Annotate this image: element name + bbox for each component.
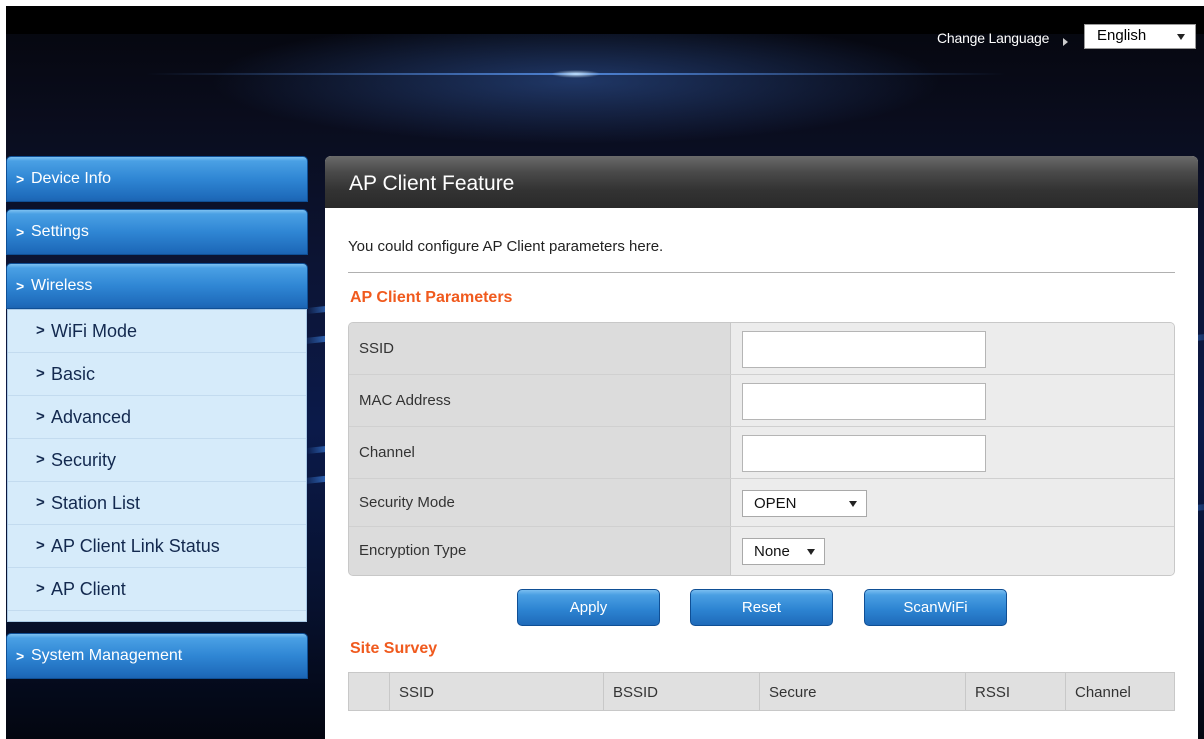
param-value-cell: None	[731, 527, 1174, 575]
submenu-item-label: AP Client Link Status	[51, 536, 220, 556]
sidebar-item-settings[interactable]: > Settings	[6, 209, 308, 255]
divider	[348, 272, 1175, 273]
encryption-type-value: None	[754, 543, 790, 560]
change-language-label: Change Language	[937, 30, 1050, 46]
submenu-item-ap-client-link-status[interactable]: > AP Client Link Status	[8, 525, 306, 568]
submenu-item-basic[interactable]: > Basic	[8, 353, 306, 396]
survey-col-secure: Secure	[760, 673, 966, 710]
submenu-item-station-list[interactable]: > Station List	[8, 482, 306, 525]
submenu-item-advanced[interactable]: > Advanced	[8, 396, 306, 439]
channel-label: Channel	[349, 427, 731, 478]
sidebar-item-device-info[interactable]: > Device Info	[6, 156, 308, 202]
param-row-mac: MAC Address	[349, 375, 1174, 427]
security-mode-select[interactable]: OPEN	[742, 490, 867, 517]
survey-col-channel: Channel	[1075, 684, 1131, 701]
param-value-cell	[731, 375, 1174, 426]
header-glow-dot	[551, 70, 601, 78]
param-value-cell	[731, 323, 1174, 374]
survey-col-bssid: BSSID	[604, 673, 760, 710]
main-panel: AP Client Feature You could configure AP…	[325, 156, 1198, 739]
encryption-type-label: Encryption Type	[349, 527, 731, 575]
survey-col-rssi: RSSI	[966, 673, 1066, 710]
param-row-ssid: SSID	[349, 323, 1174, 375]
chevron-right-icon: >	[36, 537, 45, 554]
param-value-cell	[731, 427, 1174, 478]
page-intro: You could configure AP Client parameters…	[348, 238, 664, 255]
submenu-item-label: Basic	[51, 364, 96, 384]
apply-button[interactable]: Apply	[517, 589, 660, 626]
param-row-security-mode: Security Mode OPEN	[349, 479, 1174, 527]
chevron-right-icon: >	[36, 365, 45, 382]
scan-wifi-button[interactable]: ScanWiFi	[864, 589, 1007, 626]
submenu-item-security[interactable]: > Security	[8, 439, 306, 482]
language-select-value: English	[1097, 27, 1147, 44]
params-table: SSID MAC Address Channel Security Mode O…	[348, 322, 1175, 576]
sidebar-item-wireless[interactable]: > Wireless	[6, 263, 308, 309]
submenu-item-label: Station List	[51, 493, 141, 513]
sidebar-item-label: Device Info	[31, 170, 112, 187]
params-section-title: AP Client Parameters	[350, 289, 513, 306]
wireless-submenu: > WiFi Mode > Basic > Advanced > Securit…	[7, 309, 307, 622]
channel-input[interactable]	[742, 435, 986, 472]
chevron-right-icon: >	[16, 648, 25, 664]
chevron-right-icon: >	[36, 451, 45, 468]
ssid-input[interactable]	[742, 331, 986, 368]
submenu-item-label: Security	[51, 450, 117, 470]
caret-down-icon	[807, 549, 815, 555]
caret-down-icon	[849, 501, 857, 507]
chevron-right-icon: >	[36, 494, 45, 511]
chevron-right-icon: >	[16, 224, 25, 240]
sidebar-item-system-management[interactable]: > System Management	[6, 633, 308, 679]
site-survey-table-header: SSID BSSID Secure RSSI Channel	[348, 672, 1175, 711]
encryption-type-select[interactable]: None	[742, 538, 825, 565]
submenu-item-ap-client[interactable]: > AP Client	[8, 568, 306, 611]
mac-address-label: MAC Address	[349, 375, 731, 426]
sidebar-item-label: Wireless	[31, 277, 93, 294]
param-row-encryption: Encryption Type None	[349, 527, 1174, 575]
chevron-right-icon: >	[36, 408, 45, 425]
security-mode-label: Security Mode	[349, 479, 731, 526]
language-select[interactable]: English	[1084, 24, 1196, 49]
site-survey-title: Site Survey	[350, 640, 438, 657]
survey-col-ssid: SSID	[390, 673, 604, 710]
submenu-item-label: WiFi Mode	[51, 321, 138, 341]
chevron-right-icon: >	[16, 278, 25, 294]
caret-down-icon	[1177, 34, 1185, 40]
survey-col-select	[349, 673, 390, 710]
submenu-item-label: AP Client	[51, 579, 126, 599]
triangle-right-icon	[1063, 38, 1068, 46]
reset-button[interactable]: Reset	[690, 589, 833, 626]
param-value-cell: OPEN	[731, 479, 1174, 526]
chevron-right-icon: >	[36, 580, 45, 597]
submenu-item-label: Advanced	[51, 407, 132, 427]
chevron-right-icon: >	[36, 322, 45, 339]
param-row-channel: Channel	[349, 427, 1174, 479]
sidebar-item-label: Settings	[31, 223, 89, 240]
chevron-right-icon: >	[16, 171, 25, 187]
mac-address-input[interactable]	[742, 383, 986, 420]
page-title: AP Client Feature	[325, 156, 1198, 208]
submenu-item-wifi-mode[interactable]: > WiFi Mode	[8, 310, 306, 353]
security-mode-value: OPEN	[754, 495, 797, 512]
sidebar-item-label: System Management	[31, 647, 183, 664]
ssid-label: SSID	[349, 323, 731, 374]
